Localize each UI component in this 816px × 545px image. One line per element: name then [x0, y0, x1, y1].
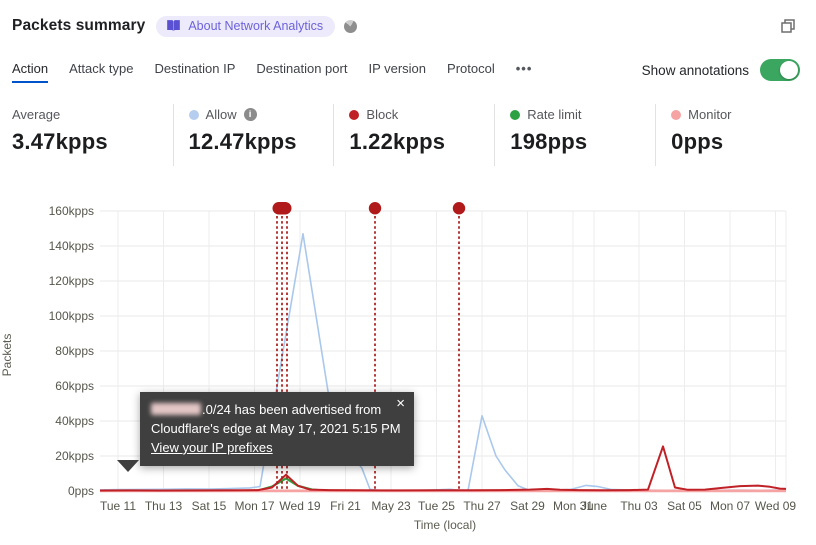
- stat-value: 198pps: [510, 129, 588, 154]
- stat-label: Allow: [205, 107, 237, 122]
- legend-dot-icon: [188, 109, 199, 120]
- tab-protocol[interactable]: Protocol: [447, 61, 495, 83]
- x-axis-title: Time (local): [413, 518, 477, 532]
- stat-value: 1.22kpps: [349, 129, 446, 154]
- stat-label: Monitor: [688, 107, 732, 122]
- toggle-knob: [780, 61, 798, 79]
- tooltip-line-2: Cloudflare's edge at May 17, 2021 5:15 P…: [151, 420, 401, 436]
- tabs-list: Action Attack type Destination IP Destinati…: [12, 61, 553, 83]
- stats-row: Average 3.47kpps Allow i 12.47kpps Block 1.22k…: [12, 104, 816, 166]
- tab-action[interactable]: Action: [12, 61, 49, 83]
- network-analytics-panel: { "header": { "title": "Packets summary"…: [0, 0, 816, 545]
- page-title: Packets summary: [12, 17, 146, 34]
- info-icon[interactable]: i: [243, 108, 257, 121]
- legend-dot-icon: [510, 109, 521, 120]
- about-network-analytics-badge[interactable]: About Network Analytics: [156, 15, 336, 37]
- y-axis-title: Packets: [0, 333, 14, 377]
- legend-dot-icon: [349, 109, 360, 120]
- tab-ip-version[interactable]: IP version: [368, 61, 426, 83]
- view-ip-prefixes-link[interactable]: View your IP prefixes: [151, 440, 273, 455]
- stat-block: Block 1.22kpps: [333, 104, 494, 166]
- stat-value: 12.47kpps: [188, 129, 297, 154]
- stat-allow: Allow i 12.47kpps: [172, 104, 334, 166]
- panel-header: Packets summary About Network Analytics: [0, 0, 816, 40]
- show-annotations-label: Show annotations: [641, 63, 749, 78]
- annotation-marker-dot[interactable]: [368, 202, 382, 215]
- tab--[interactable]: •••: [516, 61, 533, 83]
- tooltip-link-row: View your IP prefixes: [151, 439, 403, 458]
- stat-value: 0pps: [671, 129, 724, 154]
- stat-value: 3.47kpps: [12, 129, 108, 154]
- y-tick-label: 60kpps: [55, 379, 94, 393]
- stat-label: Rate limit: [527, 107, 582, 122]
- stat-label: Average: [12, 107, 61, 122]
- y-tick-label: 160kpps: [48, 204, 94, 218]
- tab-bar: Action Attack type Destination IP Destinati…: [0, 57, 816, 83]
- legend-dot-icon: [671, 109, 682, 120]
- stat-monitor: Monitor 0pps: [655, 104, 816, 166]
- stat-label: Block: [366, 107, 399, 122]
- stat-rate-limit: Rate limit 198pps: [494, 104, 655, 166]
- tab-destination-port[interactable]: Destination port: [256, 61, 347, 83]
- y-tick-label: 40kpps: [55, 414, 94, 428]
- packets-chart: Packets 0pps 20kpps 40kpps 60kpps 80kpps 100k…: [0, 196, 816, 545]
- y-tick-label: 100kpps: [48, 309, 94, 323]
- tooltip-caret: [117, 460, 139, 472]
- y-tick-label: 0pps: [67, 484, 94, 498]
- book-icon: [166, 19, 181, 32]
- stat-average: Average 3.47kpps: [12, 104, 173, 166]
- annotation-marker-dot[interactable]: [452, 202, 466, 215]
- tooltip-line-1: .0/24 has been advertised from: [151, 401, 403, 420]
- x-tick-label: Wed 09: [754, 499, 797, 513]
- y-tick-label: 80kpps: [55, 344, 94, 358]
- duplicate-panel-icon[interactable]: [780, 18, 796, 34]
- annotation-marker-pill[interactable]: [272, 202, 292, 215]
- tooltip-close-icon[interactable]: ×: [396, 396, 405, 411]
- show-annotations-toggle[interactable]: [760, 59, 800, 81]
- y-tick-label: 120kpps: [48, 274, 94, 288]
- annotation-tooltip: × .0/24 has been advertised from Cloudfl…: [140, 392, 414, 466]
- tab-attack-type[interactable]: Attack type: [69, 61, 133, 83]
- progress-donut-icon: [344, 19, 358, 33]
- y-tick-label: 20kpps: [55, 449, 94, 463]
- badge-label: About Network Analytics: [188, 18, 324, 33]
- y-tick-label: 140kpps: [48, 239, 94, 253]
- tab-destination-ip[interactable]: Destination IP: [154, 61, 235, 83]
- redacted-ip-blur: [151, 403, 201, 415]
